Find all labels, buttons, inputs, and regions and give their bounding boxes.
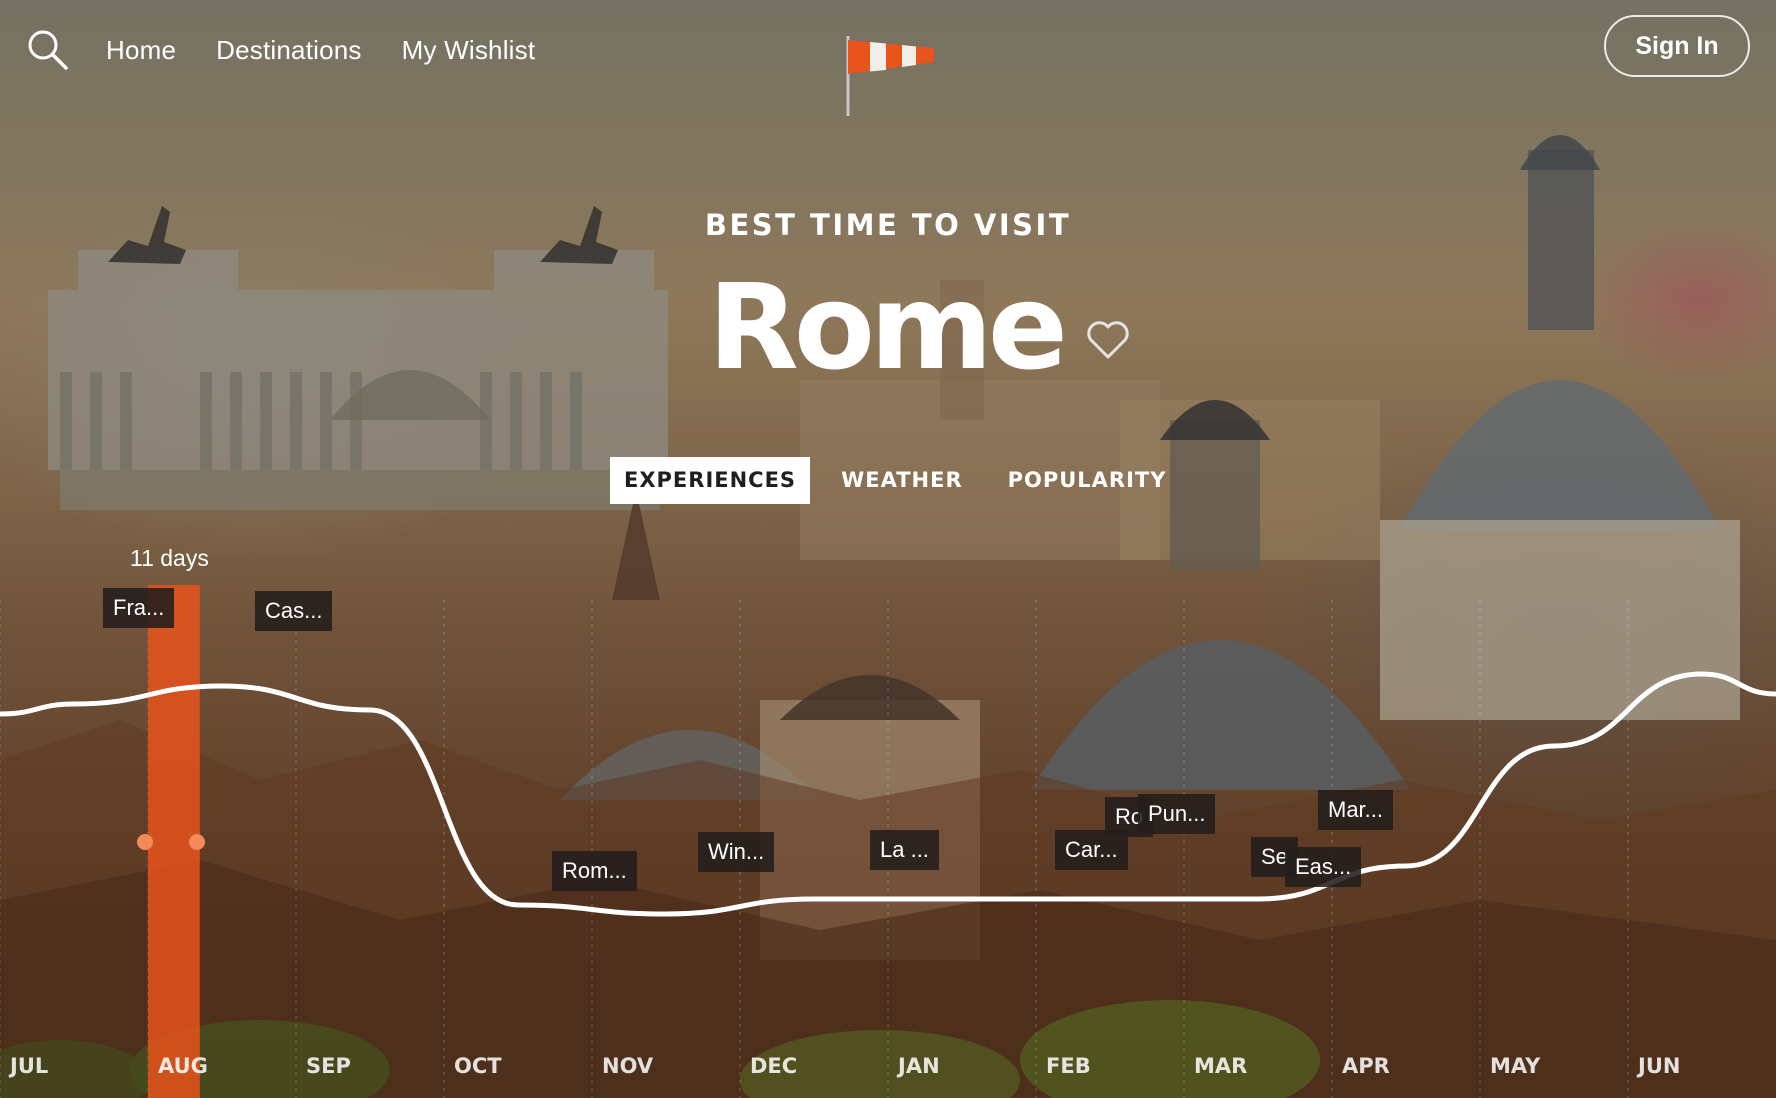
sign-in-button[interactable]: Sign In bbox=[1604, 15, 1750, 77]
range-start-handle[interactable] bbox=[137, 834, 153, 850]
tab-weather[interactable]: WEATHER bbox=[827, 457, 977, 504]
month-label[interactable]: NOV bbox=[602, 1054, 653, 1078]
month-label[interactable]: JUN bbox=[1638, 1054, 1680, 1078]
top-nav: Home Destinations My Wishlist bbox=[26, 28, 575, 72]
view-tabs: EXPERIENCES WEATHER POPULARITY bbox=[610, 457, 1197, 504]
event-tag[interactable]: Pun... bbox=[1138, 794, 1216, 834]
event-tag[interactable]: Eas... bbox=[1285, 847, 1362, 887]
event-tag[interactable]: Cas... bbox=[255, 591, 333, 631]
event-tag[interactable]: Fra... bbox=[103, 588, 175, 628]
month-label[interactable]: AUG bbox=[158, 1054, 208, 1078]
search-icon[interactable] bbox=[26, 28, 70, 72]
month-label[interactable]: JAN bbox=[898, 1054, 940, 1078]
month-label[interactable]: MAY bbox=[1490, 1054, 1540, 1078]
windsock-logo-icon[interactable] bbox=[842, 34, 938, 120]
month-label[interactable]: APR bbox=[1342, 1054, 1390, 1078]
tab-experiences[interactable]: EXPERIENCES bbox=[610, 457, 811, 504]
event-tag[interactable]: La ... bbox=[870, 830, 939, 870]
nav-destinations-link[interactable]: Destinations bbox=[216, 35, 361, 66]
selection-duration-label: 11 days bbox=[130, 545, 209, 571]
nav-wishlist-link[interactable]: My Wishlist bbox=[402, 35, 536, 66]
month-label[interactable]: DEC bbox=[750, 1054, 797, 1078]
month-label[interactable]: SEP bbox=[306, 1054, 351, 1078]
event-tag[interactable]: Win... bbox=[698, 832, 775, 872]
heart-icon[interactable] bbox=[1086, 320, 1130, 360]
page-subtitle: BEST TIME TO VISIT bbox=[704, 208, 1072, 242]
event-tag[interactable]: Rom... bbox=[552, 851, 637, 891]
month-label[interactable]: MAR bbox=[1194, 1054, 1247, 1078]
city-title: Rome bbox=[708, 258, 1068, 396]
month-label[interactable]: OCT bbox=[454, 1054, 502, 1078]
tab-popularity[interactable]: POPULARITY bbox=[994, 457, 1181, 504]
range-end-handle[interactable] bbox=[189, 834, 205, 850]
rome-skyline-illustration bbox=[0, 0, 1776, 1098]
event-tag[interactable]: Mar... bbox=[1318, 790, 1394, 830]
nav-home-link[interactable]: Home bbox=[106, 35, 176, 66]
month-label[interactable]: FEB bbox=[1046, 1054, 1091, 1078]
month-label[interactable]: JUL bbox=[10, 1054, 48, 1078]
